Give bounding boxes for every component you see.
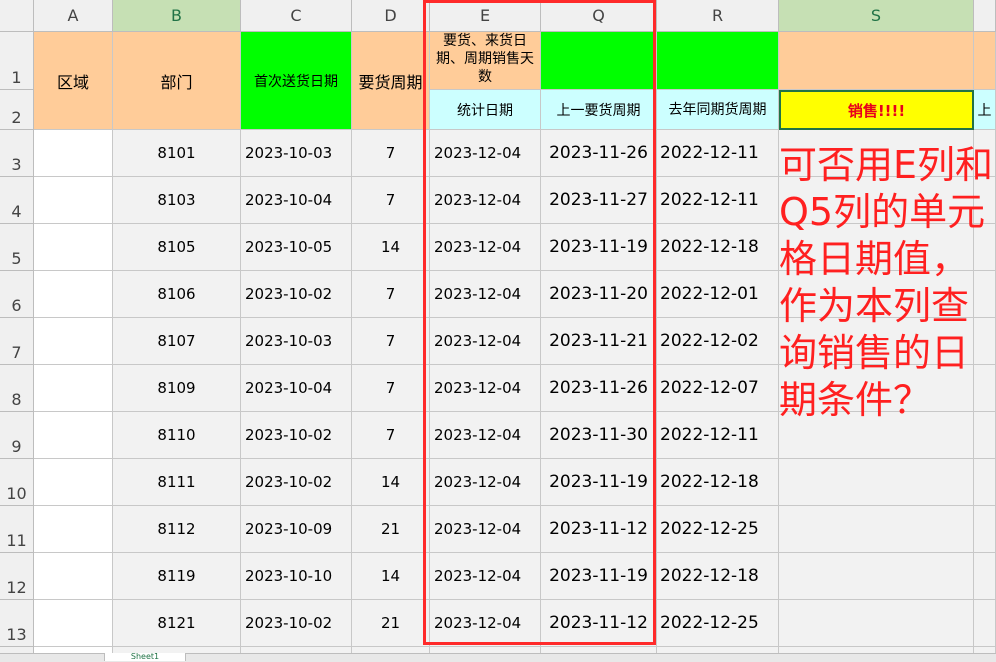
cell-department[interactable]: 8103 (113, 177, 241, 224)
column-header-b[interactable]: B (113, 0, 241, 32)
header-r-row1[interactable] (657, 32, 779, 90)
row-header-7[interactable]: 7 (0, 318, 34, 365)
row-header-8[interactable]: 8 (0, 365, 34, 412)
row-header-1[interactable]: 1 (0, 32, 34, 90)
cell-order-cycle[interactable]: 7 (352, 271, 430, 318)
cell-last-year-cycle[interactable]: 2022-12-25 (657, 600, 779, 647)
column-header-r[interactable]: R (657, 0, 779, 32)
cell-department[interactable]: 8109 (113, 365, 241, 412)
column-header-s[interactable]: S (779, 0, 974, 32)
header-s-row1[interactable] (779, 32, 974, 90)
cell-sales[interactable] (779, 506, 974, 553)
cell-department[interactable]: 8101 (113, 130, 241, 177)
header-order-cycle[interactable]: 要货周期 (352, 32, 430, 130)
cell-region[interactable] (34, 553, 113, 600)
header-region[interactable]: 区域 (34, 32, 113, 130)
row-header-11[interactable]: 11 (0, 506, 34, 553)
cell-next[interactable] (974, 553, 996, 600)
row-header-10[interactable]: 10 (0, 459, 34, 506)
row-header-9[interactable]: 9 (0, 412, 34, 459)
cell-first-delivery-date[interactable]: 2023-10-02 (241, 271, 352, 318)
cell-order-cycle[interactable]: 21 (352, 506, 430, 553)
cell-sales[interactable] (779, 553, 974, 600)
cell-department[interactable]: 8111 (113, 459, 241, 506)
cell-department[interactable]: 8105 (113, 224, 241, 271)
cell-order-cycle[interactable]: 14 (352, 459, 430, 506)
cell-region[interactable] (34, 318, 113, 365)
cell-order-cycle[interactable]: 7 (352, 412, 430, 459)
cell-region[interactable] (34, 271, 113, 318)
column-header-c[interactable]: C (241, 0, 352, 32)
cell-order-cycle[interactable]: 7 (352, 130, 430, 177)
cell-last-year-cycle[interactable]: 2022-12-02 (657, 318, 779, 365)
cell-region[interactable] (34, 506, 113, 553)
cell-first-delivery-date[interactable]: 2023-10-02 (241, 600, 352, 647)
cell-sales[interactable] (779, 459, 974, 506)
cell-region[interactable] (34, 224, 113, 271)
cell-region[interactable] (34, 412, 113, 459)
cell-first-delivery-date[interactable]: 2023-10-05 (241, 224, 352, 271)
cell-last-year-cycle[interactable]: 2022-12-25 (657, 506, 779, 553)
cell-last-year-cycle[interactable]: 2022-12-01 (657, 271, 779, 318)
cell-last-year-cycle[interactable]: 2022-12-18 (657, 459, 779, 506)
cell-sales[interactable] (779, 600, 974, 647)
cell-first-delivery-date[interactable]: 2023-10-03 (241, 130, 352, 177)
row-header-13[interactable]: 13 (0, 600, 34, 647)
cell-first-delivery-date[interactable]: 2023-10-10 (241, 553, 352, 600)
cell-last-year-cycle[interactable]: 2022-12-11 (657, 412, 779, 459)
cell-last-year-cycle[interactable]: 2022-12-18 (657, 224, 779, 271)
cell-region[interactable] (34, 600, 113, 647)
cell-order-cycle[interactable]: 14 (352, 553, 430, 600)
cell-last-year-cycle[interactable]: 2022-12-11 (657, 130, 779, 177)
column-header-a[interactable]: A (34, 0, 113, 32)
cell-department[interactable]: 8107 (113, 318, 241, 365)
header-last-year-cycle[interactable]: 去年同期货周期 (657, 90, 779, 130)
cell-order-cycle[interactable]: 14 (352, 224, 430, 271)
row-header-3[interactable]: 3 (0, 130, 34, 177)
cell-next[interactable] (974, 459, 996, 506)
row-header-5[interactable]: 5 (0, 224, 34, 271)
header-next-row2[interactable]: 上 (974, 90, 996, 130)
sheet-tab[interactable]: Sheet1 (104, 653, 186, 661)
row-header-2[interactable]: 2 (0, 90, 34, 130)
header-sales[interactable]: 销售!!!! (779, 90, 974, 130)
cell-first-delivery-date[interactable]: 2023-10-02 (241, 412, 352, 459)
cell-region[interactable] (34, 459, 113, 506)
cell-department[interactable]: 8112 (113, 506, 241, 553)
cell-first-delivery-date[interactable]: 2023-10-02 (241, 459, 352, 506)
cell-department[interactable]: 8106 (113, 271, 241, 318)
cell-region[interactable] (34, 177, 113, 224)
cell-region[interactable] (34, 365, 113, 412)
cell-order-cycle[interactable]: 7 (352, 318, 430, 365)
cell-department[interactable]: 8121 (113, 600, 241, 647)
column-header-d[interactable]: D (352, 0, 430, 32)
row-header-4[interactable]: 4 (0, 177, 34, 224)
cell-region[interactable] (34, 130, 113, 177)
header-next-row1[interactable] (974, 32, 996, 90)
cell-order-cycle[interactable]: 7 (352, 365, 430, 412)
cell-last-year-cycle[interactable]: 2022-12-07 (657, 365, 779, 412)
cell-next[interactable] (974, 506, 996, 553)
cell-next[interactable] (974, 600, 996, 647)
column-header-next[interactable] (974, 0, 996, 32)
header-first-delivery-date[interactable]: 首次送货日期 (241, 32, 352, 130)
cell-first-delivery-date[interactable]: 2023-10-09 (241, 506, 352, 553)
cell-last-year-cycle[interactable]: 2022-12-18 (657, 553, 779, 600)
row-header-12[interactable]: 12 (0, 553, 34, 600)
cell-first-delivery-date[interactable]: 2023-10-04 (241, 177, 352, 224)
cell-order-cycle[interactable]: 7 (352, 177, 430, 224)
highlight-box (423, 0, 656, 645)
header-department[interactable]: 部门 (113, 32, 241, 130)
cell-order-cycle[interactable]: 21 (352, 600, 430, 647)
cell-first-delivery-date[interactable]: 2023-10-04 (241, 365, 352, 412)
question-annotation: 可否用E列和Q5列的单元格日期值，作为本列查询销售的日期条件？ (779, 143, 994, 422)
cell-department[interactable]: 8110 (113, 412, 241, 459)
cell-last-year-cycle[interactable]: 2022-12-11 (657, 177, 779, 224)
select-all-corner[interactable] (0, 0, 34, 32)
row-header-6[interactable]: 6 (0, 271, 34, 318)
cell-department[interactable]: 8119 (113, 553, 241, 600)
cell-first-delivery-date[interactable]: 2023-10-03 (241, 318, 352, 365)
